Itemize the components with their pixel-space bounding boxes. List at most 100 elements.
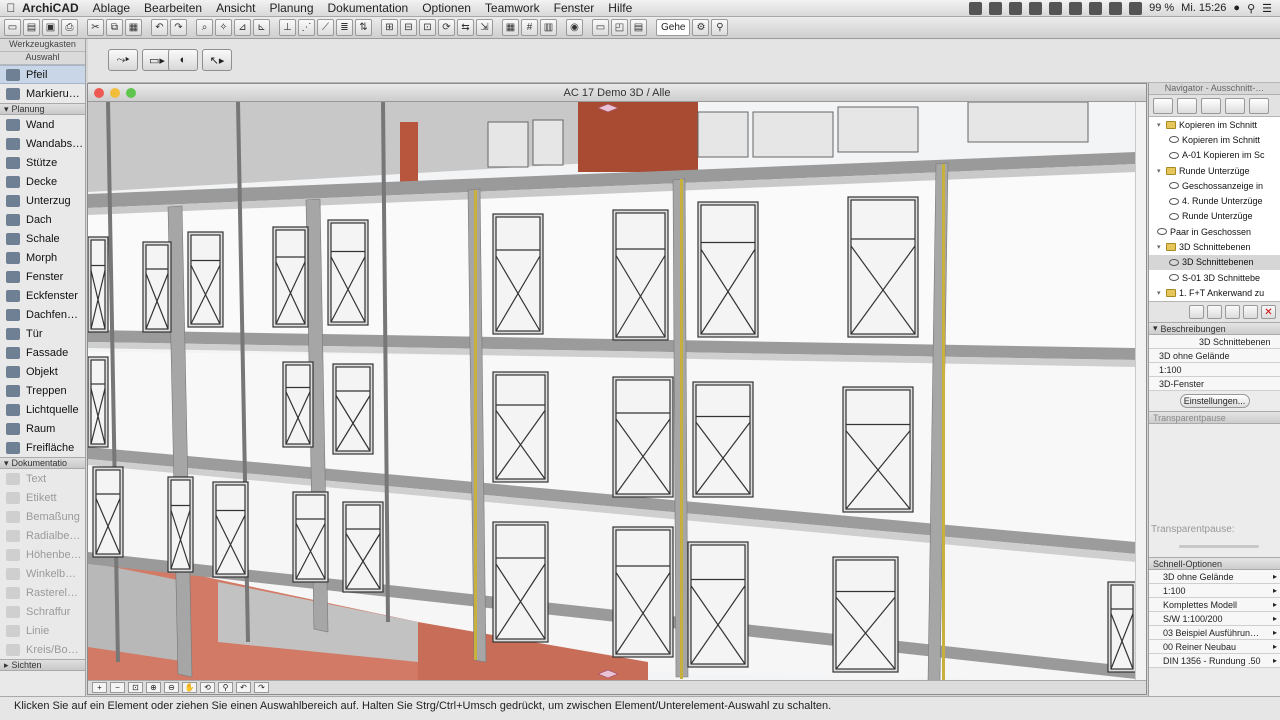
zoom-in-icon[interactable]: +	[92, 682, 107, 693]
selection-method-icon[interactable]: ⤳▸	[108, 49, 138, 71]
menu-ansicht[interactable]: Ansicht	[216, 1, 255, 15]
tool-doku-8[interactable]: Linie	[0, 621, 85, 640]
quick-option-6[interactable]: DIN 1356 - Rundung .50	[1149, 654, 1280, 668]
undo-icon[interactable]: ↶	[151, 19, 168, 36]
list-icon[interactable]: ☰	[1262, 2, 1272, 15]
layout-icon[interactable]: ▥	[540, 19, 557, 36]
tool-doku-2[interactable]: Bemaßung	[0, 507, 85, 526]
battery-icon[interactable]	[1129, 1, 1143, 15]
tool-auswahl-1[interactable]: Markieru…	[0, 84, 85, 103]
quick-option-0[interactable]: 3D ohne Gelände	[1149, 570, 1280, 584]
display-order-icon[interactable]: ⇅	[355, 19, 372, 36]
previous-view-icon[interactable]: ↶	[236, 682, 251, 693]
toolbox-section-planung[interactable]: ▾ Planung	[0, 103, 85, 115]
mirror-icon[interactable]: ⇆	[457, 19, 474, 36]
zoom-shrink-icon[interactable]: ⊖	[164, 682, 179, 693]
disclosure-icon[interactable]: ▾	[1157, 243, 1163, 251]
tree-item[interactable]: ▾ 3D Schnittebenen	[1149, 239, 1280, 254]
toolbox-section-sichten[interactable]: ▸ Sichten	[0, 659, 85, 671]
x-icon[interactable]	[989, 1, 1003, 15]
menu-ablage[interactable]: Ablage	[93, 1, 130, 15]
3d-style-icon[interactable]: ▤	[630, 19, 647, 36]
toolbox-section-dokumentation[interactable]: ▾ Dokumentatio	[0, 457, 85, 469]
tool-planung-2[interactable]: Stütze	[0, 153, 85, 172]
group-icon[interactable]: ⊟	[400, 19, 417, 36]
project-map-icon[interactable]	[1177, 97, 1197, 114]
new-folder-icon[interactable]	[1225, 305, 1240, 319]
accessibility-icon[interactable]	[1069, 1, 1083, 15]
3d-viewport[interactable]	[88, 102, 1136, 682]
prop-view-name[interactable]: 3D Schnittebenen	[1149, 335, 1280, 349]
clock[interactable]: Mi. 15:26	[1181, 2, 1226, 14]
minimize-window-icon[interactable]	[110, 88, 120, 98]
menu-hilfe[interactable]: Hilfe	[608, 1, 632, 15]
tree-item[interactable]: S-01 3D Schnittebe	[1149, 270, 1280, 285]
prop-window[interactable]: 3D-Fenster	[1149, 377, 1280, 391]
time-machine-icon[interactable]	[1049, 1, 1063, 15]
schnell-optionen-header[interactable]: Schnell-Optionen	[1149, 557, 1280, 570]
clone-view-icon[interactable]	[1207, 305, 1222, 319]
beschreibungen-header[interactable]: ▾ Beschreibungen	[1149, 322, 1280, 335]
disclosure-icon[interactable]: ▾	[1157, 289, 1163, 297]
tree-item[interactable]: Paar in Geschossen	[1149, 224, 1280, 239]
transparent-header[interactable]: Transparentpause	[1149, 411, 1280, 424]
tool-doku-1[interactable]: Etikett	[0, 488, 85, 507]
disclosure-icon[interactable]: ▾	[1157, 167, 1163, 175]
tool-doku-4[interactable]: Höhenbe…	[0, 545, 85, 564]
tool-planung-16[interactable]: Raum	[0, 419, 85, 438]
redo-icon[interactable]: ↷	[170, 19, 187, 36]
3d-window-titlebar[interactable]: AC 17 Demo 3D / Alle	[88, 84, 1146, 102]
menu-optionen[interactable]: Optionen	[422, 1, 471, 15]
apple-icon[interactable]: 	[0, 1, 22, 15]
tool-doku-7[interactable]: Schraffur	[0, 602, 85, 621]
menu-dokumentation[interactable]: Dokumentation	[328, 1, 409, 15]
tree-item[interactable]: ▾ 1. F+T Ankerwand zu	[1149, 285, 1280, 300]
close-window-icon[interactable]	[94, 88, 104, 98]
tool-planung-6[interactable]: Schale	[0, 229, 85, 248]
disclosure-icon[interactable]: ▾	[1157, 121, 1163, 129]
tool-planung-12[interactable]: Fassade	[0, 343, 85, 362]
settings-icon[interactable]	[1243, 305, 1258, 319]
grid-snap-icon[interactable]: ▦	[502, 19, 519, 36]
tool-doku-5[interactable]: Winkelb…	[0, 564, 85, 583]
layers-icon[interactable]: ≣	[336, 19, 353, 36]
tool-planung-11[interactable]: Tür	[0, 324, 85, 343]
quick-option-5[interactable]: 00 Reiner Neubau	[1149, 640, 1280, 654]
wifi-icon[interactable]	[1089, 1, 1103, 15]
zoom-out-icon[interactable]: −	[110, 682, 125, 693]
user-icon[interactable]: ●	[1233, 2, 1240, 14]
display-icon[interactable]	[1029, 1, 1043, 15]
publisher-icon[interactable]	[1249, 97, 1269, 114]
walk-icon[interactable]: ⚲	[711, 19, 729, 36]
tool-planung-1[interactable]: Wandabs…	[0, 134, 85, 153]
new-file-icon[interactable]: ▭	[4, 19, 21, 36]
tree-item[interactable]: ▾ Kopieren im Schnitt	[1149, 117, 1280, 132]
tree-item[interactable]: A-01 Kopieren im Sc	[1149, 148, 1280, 163]
view-map-tree[interactable]: ▾ Kopieren im Schnitt Kopieren im Schnitt A…	[1149, 117, 1280, 302]
quick-option-2[interactable]: Komplettes Modell	[1149, 598, 1280, 612]
orbit-icon[interactable]: ⟲	[200, 682, 215, 693]
prop-model-view[interactable]: 3D ohne Gelände	[1149, 349, 1280, 363]
tree-item[interactable]: Runde Unterzüge	[1149, 209, 1280, 224]
tool-planung-17[interactable]: Freifläche	[0, 438, 85, 457]
teamwork-icon[interactable]: ⚙	[692, 19, 710, 36]
save-view-icon[interactable]	[1189, 305, 1204, 319]
3d-window-icon[interactable]: ▭	[592, 19, 609, 36]
goto-dropdown[interactable]: Gehe	[656, 19, 691, 36]
arrange-icon[interactable]: ⊞	[381, 19, 398, 36]
explore-icon[interactable]: ⚲	[218, 682, 233, 693]
tool-planung-9[interactable]: Eckfenster	[0, 286, 85, 305]
tool-planung-15[interactable]: Lichtquelle	[0, 400, 85, 419]
tree-item[interactable]: 3D Schnittebenen	[1149, 254, 1280, 270]
rotate-view-icon[interactable]: ◐	[168, 49, 198, 71]
tool-planung-13[interactable]: Objekt	[0, 362, 85, 381]
tool-planung-7[interactable]: Morph	[0, 248, 85, 267]
spotlight-icon[interactable]: ⚲	[1247, 2, 1255, 15]
zoom-window-icon[interactable]	[126, 88, 136, 98]
tool-doku-9[interactable]: Kreis/Bo…	[0, 640, 85, 659]
vertical-scrollbar[interactable]	[1135, 102, 1146, 682]
find-select-icon[interactable]: ⌕	[196, 19, 213, 36]
open-file-icon[interactable]: ▤	[23, 19, 40, 36]
volume-icon[interactable]	[1109, 1, 1123, 15]
record-icon[interactable]: ◉	[566, 19, 583, 36]
